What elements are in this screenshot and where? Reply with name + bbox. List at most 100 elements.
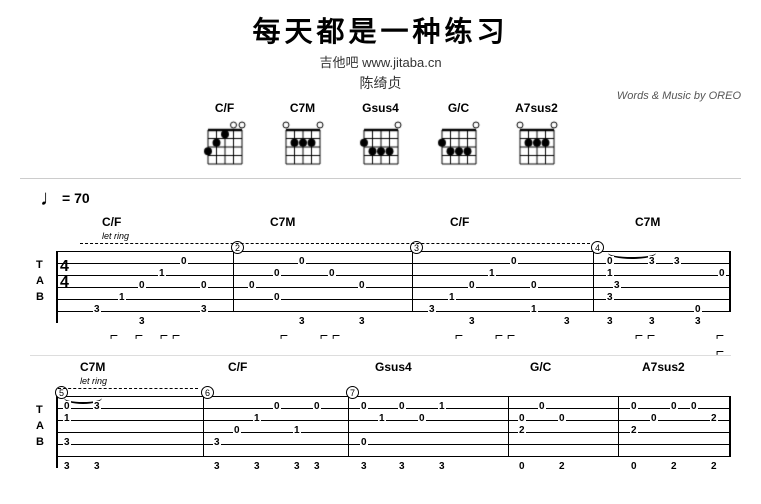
note-m2-2: 0 bbox=[273, 268, 281, 279]
chord-labels-1: C/F let ring C7M C/F C7M bbox=[80, 215, 731, 251]
rhythm-sym-9: ⌐ ⌐ bbox=[716, 327, 731, 359]
chord-c7m: C7M bbox=[278, 101, 328, 170]
credits: Words & Music by OREO bbox=[617, 90, 741, 102]
m2-line-3 bbox=[508, 396, 509, 457]
s2-line-1 bbox=[58, 396, 731, 397]
chord-label-cf-2: C/F bbox=[450, 215, 469, 229]
rhythm-sym-4: ⌐ bbox=[280, 327, 288, 343]
chord-label-gsus4: Gsus4 bbox=[375, 360, 412, 374]
end-line-2 bbox=[729, 396, 731, 457]
n7-2: 1 bbox=[378, 413, 386, 424]
tab-staff-2: C7M let ring C/F Gsus4 G/C A7sus2 T A B bbox=[30, 360, 731, 468]
n8-1: 0 bbox=[518, 413, 526, 424]
tab-header-1: T A B bbox=[30, 251, 58, 323]
tab-a-2: A bbox=[36, 420, 44, 432]
note-m3-4: 1 bbox=[488, 268, 496, 279]
string-line-5 bbox=[58, 299, 731, 300]
s2-line-6 bbox=[58, 456, 731, 457]
n9-4: 2 bbox=[630, 425, 638, 436]
n5-2: 1 bbox=[63, 413, 71, 424]
note-m4-4: 3 bbox=[648, 256, 656, 267]
s2-line-5 bbox=[58, 444, 731, 445]
note-m1-s3-1: 1 bbox=[158, 268, 166, 279]
n5-5: 3 bbox=[93, 401, 101, 412]
note-m1-s5-2: 3 bbox=[138, 316, 146, 327]
n6-5: 3 bbox=[213, 461, 221, 472]
note-m1-s5-1: 1 bbox=[118, 292, 126, 303]
n7-6: 3 bbox=[360, 461, 368, 472]
n6-7: 3 bbox=[253, 461, 261, 472]
note-m2-7: 0 bbox=[358, 280, 366, 291]
website-subtitle: 吉他吧 www.jitaba.cn bbox=[20, 52, 741, 71]
n6-10: 3 bbox=[313, 461, 321, 472]
chord-cf: C/F bbox=[200, 101, 250, 170]
song-title: 每天都是一种练习 bbox=[20, 10, 741, 50]
n6-6: 1 bbox=[293, 425, 301, 436]
note-m1-s4-2: 0 bbox=[200, 280, 208, 291]
n8-3: 0 bbox=[558, 413, 566, 424]
string-line-4 bbox=[58, 287, 731, 288]
note-m4-1: 0 bbox=[606, 256, 614, 267]
tab-staff-1: C/F let ring C7M C/F C7M T A B bbox=[30, 215, 731, 351]
tempo-value: = 70 bbox=[62, 190, 90, 206]
n7-3: 0 bbox=[398, 401, 406, 412]
measure-line-1 bbox=[233, 251, 234, 312]
n9-5: 0 bbox=[630, 461, 638, 472]
rhythm-sym-6: ⌐ bbox=[455, 327, 463, 343]
n6-4: 0 bbox=[273, 401, 281, 412]
tab-staff-lines-2: T A B 5 6 7 bbox=[30, 396, 731, 468]
staff-area-1: 4 4 2 3 4 3 1 0 bbox=[58, 251, 731, 323]
n9-7: 2 bbox=[710, 413, 718, 424]
n7-4: 0 bbox=[418, 413, 426, 424]
rhythm-sym-7: ⌐ ⌐ bbox=[495, 327, 515, 343]
chord-label-cf-3: C/F bbox=[228, 360, 247, 374]
chord-label-c7m-2: C7M bbox=[635, 215, 660, 229]
s2-line-3 bbox=[58, 420, 731, 421]
chord-gc-label: G/C bbox=[448, 101, 469, 115]
n6-8: 0 bbox=[313, 401, 321, 412]
note-m4-6: 3 bbox=[648, 316, 656, 327]
n5-1: 0 bbox=[63, 401, 71, 412]
note-m3-1: 3 bbox=[428, 304, 436, 315]
staff-separator bbox=[30, 355, 731, 356]
let-ring-label-2: let ring bbox=[80, 376, 107, 386]
n9-9: 2 bbox=[710, 461, 718, 472]
rhythm-sym-3: ⌐ ⌐ bbox=[160, 327, 180, 343]
n9-3: 0 bbox=[670, 401, 678, 412]
chord-a7sus2: A7sus2 bbox=[512, 101, 562, 170]
note-m4-10: 3 bbox=[694, 316, 702, 327]
note-m1-s6-1: 3 bbox=[93, 304, 101, 315]
chord-label-cf-1: C/F bbox=[102, 215, 121, 229]
n9-6: 0 bbox=[690, 401, 698, 412]
note-m3-9: 3 bbox=[563, 316, 571, 327]
time-sig-bottom: 4 bbox=[60, 275, 69, 291]
string-line-6 bbox=[58, 311, 731, 312]
end-line-1 bbox=[729, 251, 731, 312]
chord-cf-label: C/F bbox=[215, 101, 234, 115]
note-m2-3: 0 bbox=[298, 256, 306, 267]
m2-line-2 bbox=[348, 396, 349, 457]
n8-6: 2 bbox=[558, 461, 566, 472]
note-m1-s2-1: 0 bbox=[180, 256, 188, 267]
chord-cf-diagram bbox=[200, 118, 250, 170]
tab-staff-lines-1: T A B 4 4 bbox=[30, 251, 731, 323]
m2-line-1 bbox=[203, 396, 204, 457]
note-m1-s6-2: 3 bbox=[200, 304, 208, 315]
note-m4-7: 3 bbox=[613, 280, 621, 291]
note-m3-3: 0 bbox=[468, 280, 476, 291]
note-m4-2: 1 bbox=[606, 268, 614, 279]
rhythm-row-1: ⌐ ⌐ ⌐ ⌐ ⌐ ⌐ ⌐ ⌐ ⌐ ⌐ ⌐ ⌐ ⌐ ⌐ bbox=[80, 327, 731, 351]
time-sig-top: 4 bbox=[60, 259, 69, 275]
let-ring-label-1: let ring bbox=[102, 231, 129, 241]
n6-1: 3 bbox=[213, 437, 221, 448]
note-m2-8: 3 bbox=[358, 316, 366, 327]
tab-t: T bbox=[36, 259, 43, 271]
note-m1-s4-1: 0 bbox=[138, 280, 146, 291]
n7-7: 1 bbox=[438, 401, 446, 412]
note-m4-3: 3 bbox=[606, 292, 614, 303]
note-m4-9: 0 bbox=[694, 304, 702, 315]
tab-b-2: B bbox=[36, 436, 44, 448]
note-m2-1: 0 bbox=[248, 280, 256, 291]
rhythm-sym-1: ⌐ bbox=[110, 327, 118, 343]
m2-line-4 bbox=[618, 396, 619, 457]
